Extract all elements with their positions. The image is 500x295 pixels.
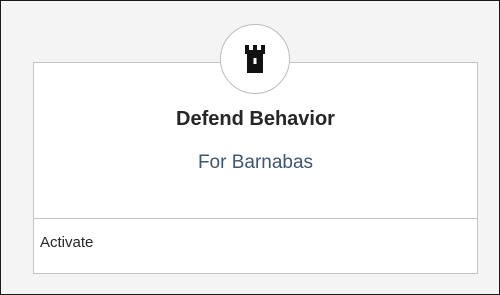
activate-link[interactable]: Activate: [40, 234, 93, 252]
castle-tower-glyph: [245, 45, 265, 73]
card-title: Defend Behavior: [176, 108, 335, 130]
castle-tower-icon: [220, 24, 290, 94]
card-subtitle: For Barnabas: [197, 152, 314, 173]
card-divider: [34, 218, 477, 219]
